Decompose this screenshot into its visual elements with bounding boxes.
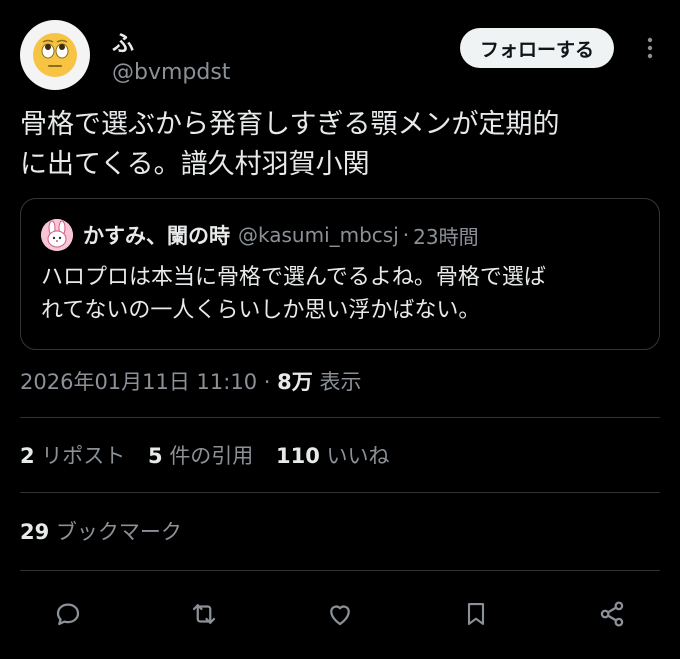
bookmarks-stat[interactable]: 29 ブックマーク <box>20 516 182 546</box>
tweet-meta: 2026年01月11日 11:10 · 8万 表示 <box>20 366 361 396</box>
tweet-header: ふ @bvmpdst フォローする <box>20 20 660 90</box>
divider <box>20 417 660 418</box>
quoted-author-handle: @kasumi_mbcsj <box>238 223 399 247</box>
repost-icon[interactable] <box>186 596 222 632</box>
divider <box>20 570 660 571</box>
views-label: 表示 <box>319 370 362 394</box>
author-handle[interactable]: @bvmpdst <box>112 60 230 85</box>
share-icon[interactable] <box>594 596 630 632</box>
tweet-datetime[interactable]: 2026年01月11日 11:10 <box>20 370 257 394</box>
bunny-avatar-icon <box>41 219 73 251</box>
likes-label: いいね <box>326 444 390 468</box>
views-count: 8万 <box>277 370 313 394</box>
like-icon[interactable] <box>322 596 358 632</box>
quoted-time: 23時間 <box>413 224 479 249</box>
quotes-count: 5 <box>148 444 163 468</box>
quoted-text-line: ハロプロは本当に骨格で選んでるよね。骨格で選ば <box>41 265 546 290</box>
action-bar <box>50 596 630 632</box>
author-avatar[interactable] <box>20 20 90 90</box>
bookmarks-label: ブックマーク <box>55 520 182 544</box>
bookmarks-count: 29 <box>20 520 50 544</box>
quoted-separator: · <box>402 223 410 247</box>
quotes-label: 件の引用 <box>169 444 254 468</box>
likes-stat[interactable]: 110 いいね <box>276 444 390 468</box>
quoted-tweet-header: かすみ、闌の時 @kasumi_mbcsj · 23時間 <box>41 219 479 251</box>
reposts-label: リポスト <box>41 444 126 468</box>
quotes-stat[interactable]: 5 件の引用 <box>148 444 253 468</box>
engagement-stats: 2 リポスト 5 件の引用 110 いいね <box>20 440 406 470</box>
divider <box>20 492 660 493</box>
quoted-text-line: れてないの一人くらいしか思い浮かばない。 <box>41 298 481 323</box>
bookmark-icon[interactable] <box>458 596 494 632</box>
quoted-tweet-text: ハロプロは本当に骨格で選んでるよね。骨格で選ば れてないの一人くらいしか思い浮か… <box>41 261 641 327</box>
reposts-count: 2 <box>20 444 35 468</box>
quoted-author-name: かすみ、闌の時 <box>83 224 230 248</box>
tweet-text-line: 骨格で選ぶから発育しすぎる顎メンが定期的 <box>20 109 560 140</box>
follow-button[interactable]: フォローする <box>459 28 614 68</box>
rolling-eyes-emoji-icon <box>33 33 77 77</box>
more-vertical-icon[interactable] <box>640 34 660 62</box>
author-name[interactable]: ふ <box>112 26 134 58</box>
reposts-stat[interactable]: 2 リポスト <box>20 444 125 468</box>
meta-separator: · <box>263 370 271 394</box>
reply-icon[interactable] <box>50 596 86 632</box>
tweet-text: 骨格で選ぶから発育しすぎる顎メンが定期的 に出てくる。譜久村羽賀小関 <box>20 105 660 185</box>
likes-count: 110 <box>276 444 320 468</box>
quoted-author-avatar <box>41 219 73 251</box>
quoted-tweet[interactable]: かすみ、闌の時 @kasumi_mbcsj · 23時間 ハロプロは本当に骨格で… <box>20 198 660 350</box>
tweet-text-line: に出てくる。譜久村羽賀小関 <box>20 149 370 180</box>
